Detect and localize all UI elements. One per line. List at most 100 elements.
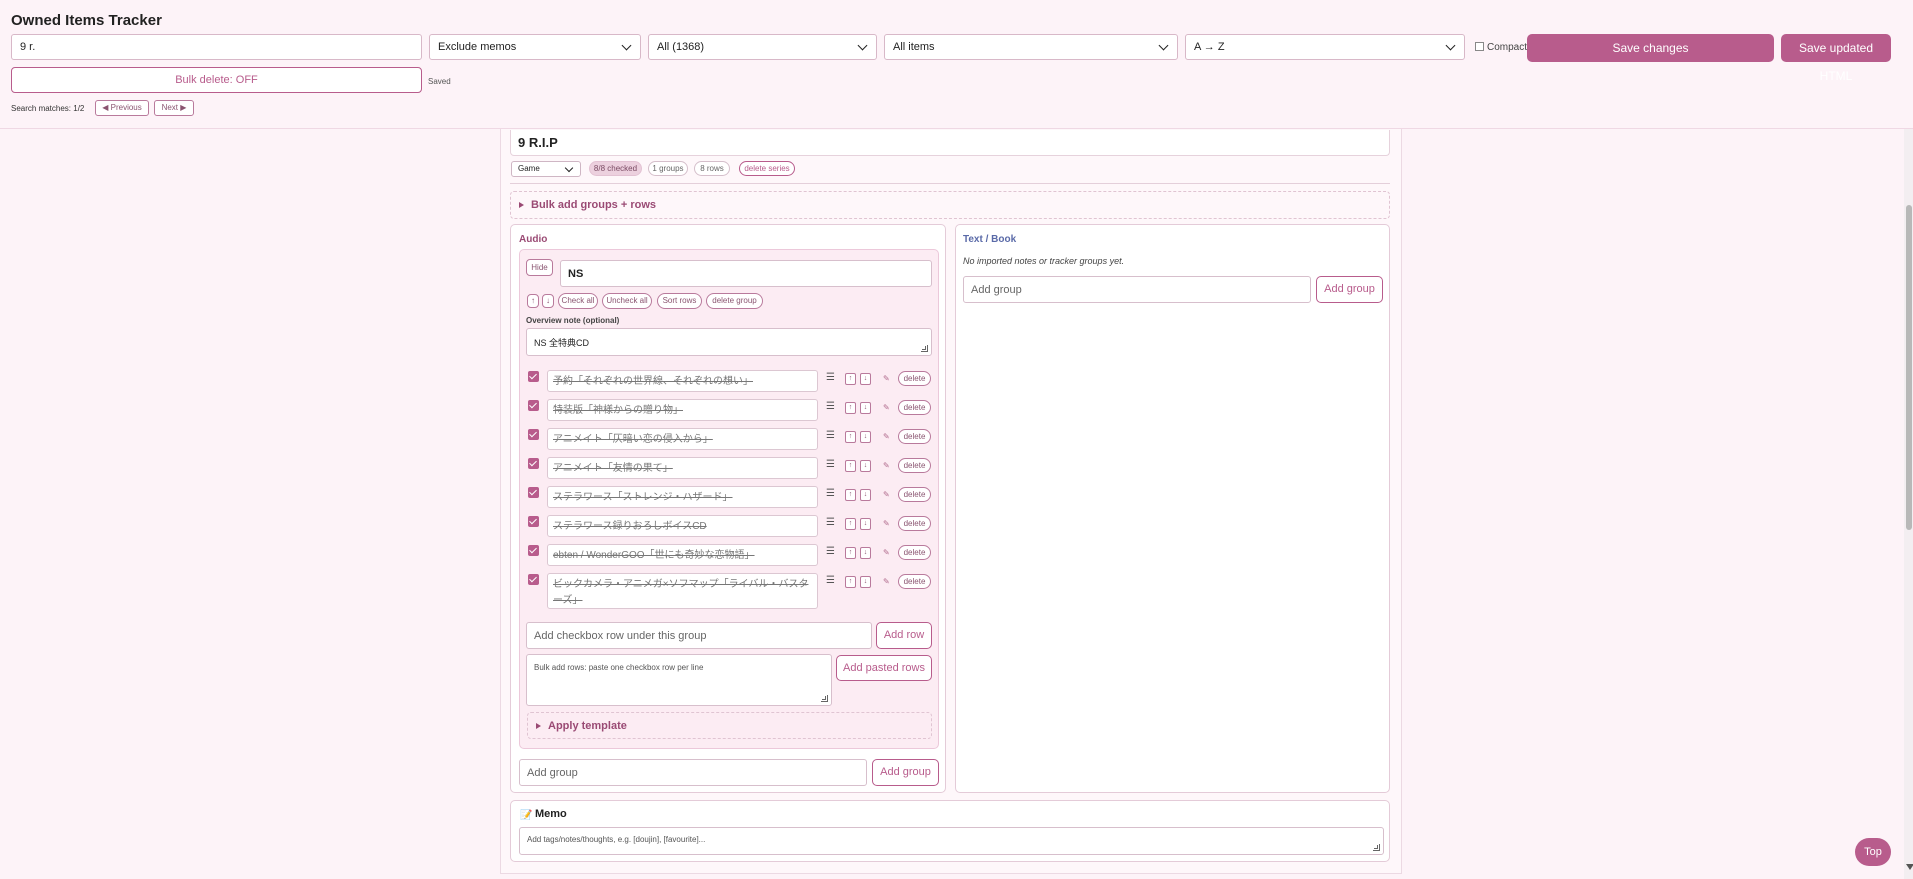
drag-handle-icon[interactable]: ☰ — [826, 430, 835, 441]
row-text-input[interactable]: 予約「それぞれの世界線、それぞれの想い」 — [547, 370, 818, 392]
row-delete-button[interactable]: delete — [898, 400, 931, 415]
uncheck-all-button[interactable]: Uncheck all — [602, 293, 652, 309]
row-move-up-button[interactable]: ↑ — [845, 518, 856, 530]
row-checkbox[interactable] — [528, 429, 539, 440]
row-move-up-button[interactable]: ↑ — [845, 431, 856, 443]
add-row-button[interactable]: Add row — [876, 622, 932, 649]
save-changes-button[interactable]: Save changes — [1527, 34, 1774, 62]
group-move-up-button[interactable]: ↑ — [527, 294, 539, 308]
text-book-column — [955, 224, 1390, 793]
apply-template-toggle[interactable]: Apply template — [527, 712, 932, 739]
scroll-to-top-button[interactable]: Top — [1855, 838, 1891, 866]
add-row-input[interactable]: Add checkbox row under this group — [526, 622, 872, 649]
row-move-down-button[interactable]: ↓ — [860, 576, 871, 588]
group-name-input[interactable]: NS — [560, 260, 932, 287]
row-text-input[interactable]: ebten / WonderGOO「世にも奇妙な恋物語」 — [547, 544, 818, 566]
bulk-add-rows-textarea[interactable]: Bulk add rows: paste one checkbox row pe… — [526, 654, 832, 706]
group-move-down-button[interactable]: ↓ — [542, 294, 554, 308]
text-book-add-group-placeholder: Add group — [971, 284, 1022, 296]
scroll-down-icon[interactable] — [1906, 864, 1913, 870]
delete-group-button[interactable]: delete group — [706, 293, 763, 309]
row-delete-button[interactable]: delete — [898, 371, 931, 386]
row-move-up-button[interactable]: ↑ — [845, 489, 856, 501]
row-move-down-button[interactable]: ↓ — [860, 518, 871, 530]
add-pasted-rows-button[interactable]: Add pasted rows — [836, 655, 932, 681]
rows-count-pill: 8 rows — [694, 161, 730, 176]
search-input[interactable]: 9 r. — [11, 34, 422, 60]
row-checkbox[interactable] — [528, 458, 539, 469]
row-text-input[interactable]: ステラワース録りおろしボイスCD — [547, 515, 818, 537]
scrollbar-thumb[interactable] — [1906, 205, 1912, 530]
drag-handle-icon[interactable]: ☰ — [826, 459, 835, 470]
row-delete-button[interactable]: delete — [898, 429, 931, 444]
item-filter-select[interactable]: All items — [884, 34, 1178, 60]
drag-handle-icon[interactable]: ☰ — [826, 517, 835, 528]
drag-handle-icon[interactable]: ☰ — [826, 488, 835, 499]
compact-checkbox[interactable] — [1475, 42, 1484, 51]
count-filter-select[interactable]: All (1368) — [648, 34, 877, 60]
delete-series-button[interactable]: delete series — [739, 161, 795, 176]
audio-add-group-button[interactable]: Add group — [872, 759, 939, 786]
row-move-down-button[interactable]: ↓ — [860, 373, 871, 385]
row-text-input[interactable]: ステラワース「ストレンジ・ハザード」 — [547, 486, 818, 508]
row-checkbox[interactable] — [528, 371, 539, 382]
resize-handle-icon[interactable] — [821, 695, 828, 702]
drag-handle-icon[interactable]: ☰ — [826, 401, 835, 412]
row-text-input[interactable]: アニメイト「友情の果て」 — [547, 457, 818, 479]
row-checkbox[interactable] — [528, 545, 539, 556]
resize-handle-icon[interactable] — [921, 345, 928, 352]
audio-add-group-input[interactable]: Add group — [519, 759, 867, 786]
row-delete-button[interactable]: delete — [898, 516, 931, 531]
row-memo-icon[interactable]: ✎ — [883, 432, 890, 441]
row-move-up-button[interactable]: ↑ — [845, 547, 856, 559]
row-memo-icon[interactable]: ✎ — [883, 490, 890, 499]
row-move-up-button[interactable]: ↑ — [845, 576, 856, 588]
memo-filter-select[interactable]: Exclude memos — [429, 34, 641, 60]
row-delete-button[interactable]: delete — [898, 487, 931, 502]
text-book-add-group-input[interactable]: Add group — [963, 276, 1311, 303]
drag-handle-icon[interactable]: ☰ — [826, 575, 835, 586]
row-move-down-button[interactable]: ↓ — [860, 402, 871, 414]
series-type-select[interactable]: Game — [511, 161, 581, 177]
row-text-input[interactable]: 特装版「神様からの贈り物」 — [547, 399, 818, 421]
row-memo-icon[interactable]: ✎ — [883, 374, 890, 383]
row-move-up-button[interactable]: ↑ — [845, 402, 856, 414]
sort-select[interactable]: A → Z — [1185, 34, 1465, 60]
sort-rows-button[interactable]: Sort rows — [657, 293, 702, 309]
previous-match-button[interactable]: ◀ Previous — [95, 100, 149, 116]
row-text-input[interactable]: アニメイト「仄暗い恋の侵入から」 — [547, 428, 818, 450]
row-memo-icon[interactable]: ✎ — [883, 461, 890, 470]
overview-note-input[interactable]: NS 全特典CD — [526, 328, 932, 356]
row-move-down-button[interactable]: ↓ — [860, 460, 871, 472]
row-memo-icon[interactable]: ✎ — [883, 519, 890, 528]
next-match-button[interactable]: Next ▶ — [154, 100, 194, 116]
row-move-down-button[interactable]: ↓ — [860, 547, 871, 559]
row-checkbox[interactable] — [528, 516, 539, 527]
series-title[interactable]: 9 R.I.P — [510, 130, 1390, 156]
hide-group-button[interactable]: Hide — [526, 259, 553, 276]
row-move-down-button[interactable]: ↓ — [860, 489, 871, 501]
row-move-down-button[interactable]: ↓ — [860, 431, 871, 443]
row-checkbox[interactable] — [528, 487, 539, 498]
row-memo-icon[interactable]: ✎ — [883, 403, 890, 412]
bulk-add-groups-toggle[interactable]: Bulk add groups + rows — [510, 191, 1390, 219]
row-memo-icon[interactable]: ✎ — [883, 548, 890, 557]
row-checkbox[interactable] — [528, 400, 539, 411]
row-text-input[interactable]: ビックカメラ・アニメガ×ソフマップ「ライバル・バスターズ」 — [547, 573, 818, 609]
text-book-add-group-button[interactable]: Add group — [1316, 276, 1383, 303]
row-delete-button[interactable]: delete — [898, 545, 931, 560]
bulk-delete-toggle[interactable]: Bulk delete: OFF — [11, 67, 422, 93]
row-checkbox[interactable] — [528, 574, 539, 585]
compact-toggle[interactable]: Compact — [1475, 42, 1527, 53]
row-delete-button[interactable]: delete — [898, 458, 931, 473]
row-memo-icon[interactable]: ✎ — [883, 577, 890, 586]
memo-textarea[interactable]: Add tags/notes/thoughts, e.g. [doujin], … — [519, 827, 1384, 855]
row-delete-button[interactable]: delete — [898, 574, 931, 589]
row-move-up-button[interactable]: ↑ — [845, 460, 856, 472]
row-move-up-button[interactable]: ↑ — [845, 373, 856, 385]
drag-handle-icon[interactable]: ☰ — [826, 372, 835, 383]
save-html-button[interactable]: Save updated HTML — [1781, 34, 1891, 83]
drag-handle-icon[interactable]: ☰ — [826, 546, 835, 557]
check-all-button[interactable]: Check all — [558, 293, 598, 309]
resize-handle-icon[interactable] — [1373, 844, 1380, 851]
